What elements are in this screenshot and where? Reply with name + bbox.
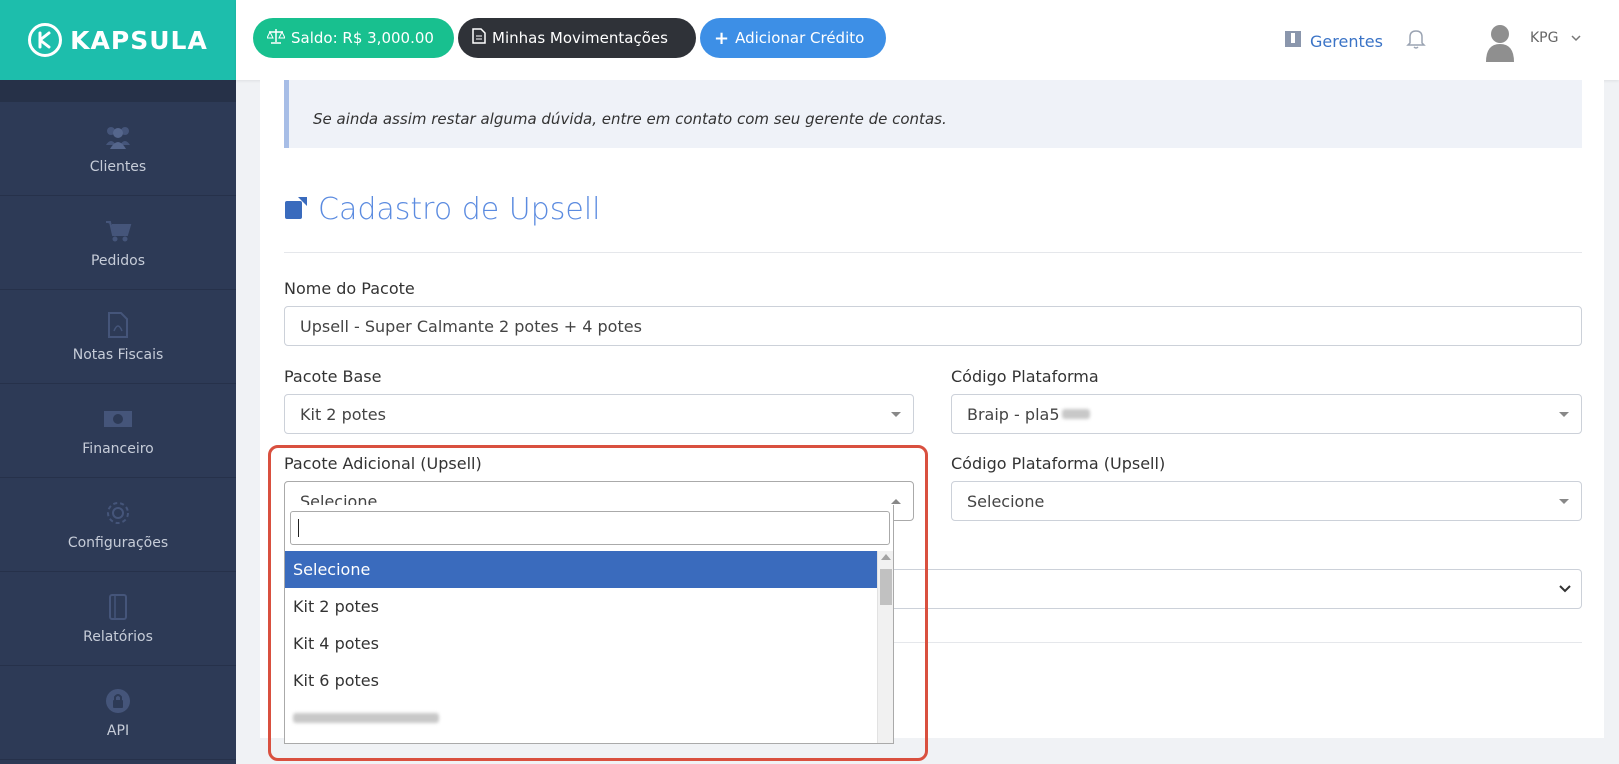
sidebar-item-configuracoes[interactable]: Configurações: [0, 478, 236, 572]
sidebar-item-notas-fiscais[interactable]: Notas Fiscais: [0, 290, 236, 384]
sidebar-item-label: Financeiro: [82, 440, 154, 457]
adicionar-credito-button[interactable]: + Adicionar Crédito: [700, 18, 886, 58]
sidebar-item-label: Relatórios: [83, 628, 153, 645]
sidebar-item-clientes[interactable]: Clientes: [0, 102, 236, 196]
users-icon: [103, 123, 133, 151]
sidebar-item-financeiro[interactable]: Financeiro: [0, 384, 236, 478]
bell-icon[interactable]: [1406, 28, 1426, 54]
divider: [284, 252, 1582, 253]
codigo-plataforma-label: Código Plataforma: [951, 367, 1099, 386]
pacote-base-value: Kit 2 potes: [300, 404, 386, 424]
redacted-text: [1061, 409, 1090, 419]
caret-down-icon: [1559, 412, 1569, 417]
sidebar-item-label: Pedidos: [90, 252, 146, 269]
sidebar: KAPSULA Clientes Pedidos Notas Fiscais F…: [0, 0, 236, 764]
money-bill-icon: [103, 405, 133, 433]
plus-icon: +: [714, 27, 730, 49]
gerentes-label: Gerentes: [1310, 31, 1383, 51]
user-name: KPG: [1530, 30, 1559, 46]
gerentes-link[interactable]: Gerentes: [1284, 30, 1383, 52]
movimentacoes-button[interactable]: Minhas Movimentações: [458, 18, 696, 58]
lock-icon: [103, 687, 133, 715]
sidebar-item-label: Configurações: [67, 534, 169, 551]
codigo-upsell-value: Selecione: [967, 491, 1045, 511]
brand-name: KAPSULA: [70, 25, 208, 55]
scale-icon: [266, 28, 286, 48]
document-icon: [472, 28, 486, 48]
notice-text: Se ainda assim restar alguma dúvida, ent…: [313, 110, 947, 128]
movimentacoes-label: Minhas Movimentações: [492, 29, 668, 47]
page-title: Cadastro de Upsell: [284, 192, 601, 227]
pdf-file-icon: [103, 311, 133, 339]
sidebar-item-label: API: [106, 722, 130, 739]
saldo-button[interactable]: Saldo: R$ 3,000.00: [253, 18, 454, 58]
chevron-down-icon: [1570, 28, 1582, 47]
external-link-icon: [284, 196, 308, 224]
id-card-icon: [1284, 30, 1302, 52]
nome-pacote-label: Nome do Pacote: [284, 279, 415, 298]
top-bar: Saldo: R$ 3,000.00 Minhas Movimentações …: [236, 0, 1619, 80]
info-notice: Se ainda assim restar alguma dúvida, ent…: [284, 80, 1582, 148]
sidebar-item-label: Clientes: [89, 158, 147, 175]
codigo-upsell-select[interactable]: Selecione: [951, 481, 1582, 521]
codigo-plataforma-select[interactable]: Braip - pla5: [951, 394, 1582, 434]
sidebar-item-relatorios[interactable]: Relatórios: [0, 572, 236, 666]
caret-down-icon: [891, 412, 901, 417]
hidden-select[interactable]: [860, 569, 1582, 609]
sidebar-item-api[interactable]: API: [0, 666, 236, 760]
cart-icon: [103, 217, 133, 245]
pacote-base-label: Pacote Base: [284, 367, 382, 386]
sidebar-item-label: Notas Fiscais: [72, 346, 164, 363]
notebook-icon: [103, 593, 133, 621]
caret-down-icon: [1559, 499, 1569, 504]
avatar: [1482, 22, 1518, 66]
sidebar-item-pedidos[interactable]: Pedidos: [0, 196, 236, 290]
nome-pacote-input[interactable]: Upsell - Super Calmante 2 potes + 4 pote…: [284, 306, 1582, 346]
codigo-upsell-label: Código Plataforma (Upsell): [951, 454, 1166, 473]
highlight-annotation: [268, 445, 928, 761]
kapsula-logo-icon: [28, 23, 63, 57]
pacote-base-select[interactable]: Kit 2 potes: [284, 394, 914, 434]
chevron-down-icon: [1559, 582, 1571, 598]
codigo-plataforma-value: Braip - pla5: [967, 404, 1060, 424]
saldo-label: Saldo: R$ 3,000.00: [291, 29, 434, 47]
gear-icon: [103, 499, 133, 527]
adicionar-credito-label: Adicionar Crédito: [735, 29, 865, 47]
user-menu[interactable]: KPG: [1482, 22, 1582, 66]
nome-pacote-value: Upsell - Super Calmante 2 potes + 4 pote…: [300, 316, 642, 336]
section-title: Cadastro de Upsell: [318, 192, 601, 227]
logo[interactable]: KAPSULA: [0, 0, 236, 80]
